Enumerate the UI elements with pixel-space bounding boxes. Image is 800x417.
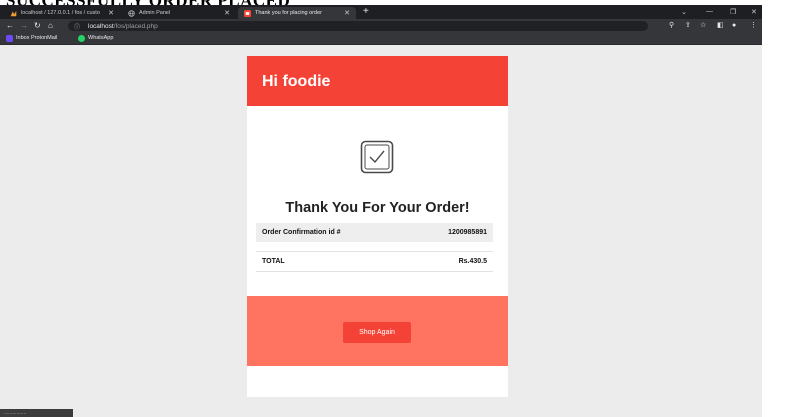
confirmation-row: Order Confirmation id # 1200985891 (256, 223, 493, 242)
close-icon[interactable]: ✕ (344, 9, 350, 17)
reload-icon[interactable]: ↻ (34, 21, 41, 31)
globe-icon (128, 9, 135, 17)
thank-you-heading: Thank You For Your Order! (285, 200, 470, 216)
tab-label: localhost / 127.0.0.1 / fos / custo (21, 10, 100, 16)
url-path: /fos/placed.php (113, 22, 158, 30)
bookmark-star-icon[interactable]: ☆ (700, 22, 706, 30)
tab-order-placed[interactable]: Thank you for placing order ✕ (238, 7, 356, 19)
checkbox-check-icon (360, 140, 394, 174)
confirmation-id: 1200985891 (448, 229, 487, 236)
address-bar[interactable]: ⓘ localhost/fos/placed.php (68, 21, 648, 31)
tab-label: Admin Panel (139, 10, 171, 16)
card-header: Hi foodie (247, 56, 508, 106)
order-confirmation-card: Hi foodie Thank You For Your Order! Orde… (247, 56, 508, 397)
tab-strip: localhost / 127.0.0.1 / fos / custo ✕ Ad… (0, 5, 762, 19)
tab-search-icon[interactable]: ⌄ (681, 8, 687, 16)
total-label: TOTAL (262, 258, 285, 265)
bookmark-label: WhatsApp (88, 35, 114, 41)
total-row: TOTAL Rs.430.5 (256, 251, 493, 272)
total-value: Rs.430.5 (458, 258, 487, 265)
card-footer: Shop Again (247, 296, 508, 366)
confirmation-label: Order Confirmation id # (262, 229, 341, 236)
close-icon[interactable]: ✕ (224, 9, 230, 17)
forward-icon[interactable]: → (20, 21, 28, 31)
protonmail-icon (6, 34, 13, 42)
tab-admin-panel[interactable]: Admin Panel ✕ (122, 7, 236, 19)
url-host: localhost (88, 22, 114, 30)
tab-phpmyadmin[interactable]: localhost / 127.0.0.1 / fos / custo ✕ (4, 7, 120, 19)
site-info-icon[interactable]: ⓘ (74, 22, 80, 31)
bookmark-protonmail[interactable]: Inbox ProtonMail (6, 34, 58, 42)
bookmark-label: Inbox ProtonMail (16, 35, 58, 41)
window-close-icon[interactable]: ✕ (751, 8, 757, 16)
phpmyadmin-icon (10, 10, 17, 16)
greeting: Hi foodie (262, 73, 331, 90)
site-icon (244, 9, 251, 17)
whatsapp-icon (78, 34, 85, 42)
back-icon[interactable]: ← (6, 21, 14, 31)
close-icon[interactable]: ✕ (108, 9, 114, 17)
shop-again-button[interactable]: Shop Again (343, 322, 411, 343)
home-icon[interactable]: ⌂ (48, 21, 53, 31)
bookmarks-bar: Inbox ProtonMail WhatsApp (0, 33, 762, 45)
status-chip: ................ (0, 409, 73, 417)
url-text[interactable]: localhost/fos/placed.php (88, 23, 158, 30)
minimize-icon[interactable]: — (706, 8, 713, 15)
menu-icon[interactable]: ⋮ (750, 22, 757, 30)
share-icon[interactable]: ⇪ (685, 22, 691, 30)
toolbar: ← → ↻ ⌂ ⓘ localhost/fos/placed.php ⚲ ⇪ ☆… (0, 19, 762, 33)
bookmark-whatsapp[interactable]: WhatsApp (78, 34, 114, 42)
zoom-icon[interactable]: ⚲ (669, 22, 674, 30)
browser-window: localhost / 127.0.0.1 / fos / custo ✕ Ad… (0, 5, 762, 417)
new-tab-button[interactable]: + (363, 7, 369, 17)
restore-icon[interactable]: ❐ (730, 8, 736, 16)
profile-icon[interactable]: ● (732, 22, 736, 30)
side-panel-icon[interactable]: ◧ (717, 22, 724, 30)
tab-label: Thank you for placing order (255, 10, 322, 16)
